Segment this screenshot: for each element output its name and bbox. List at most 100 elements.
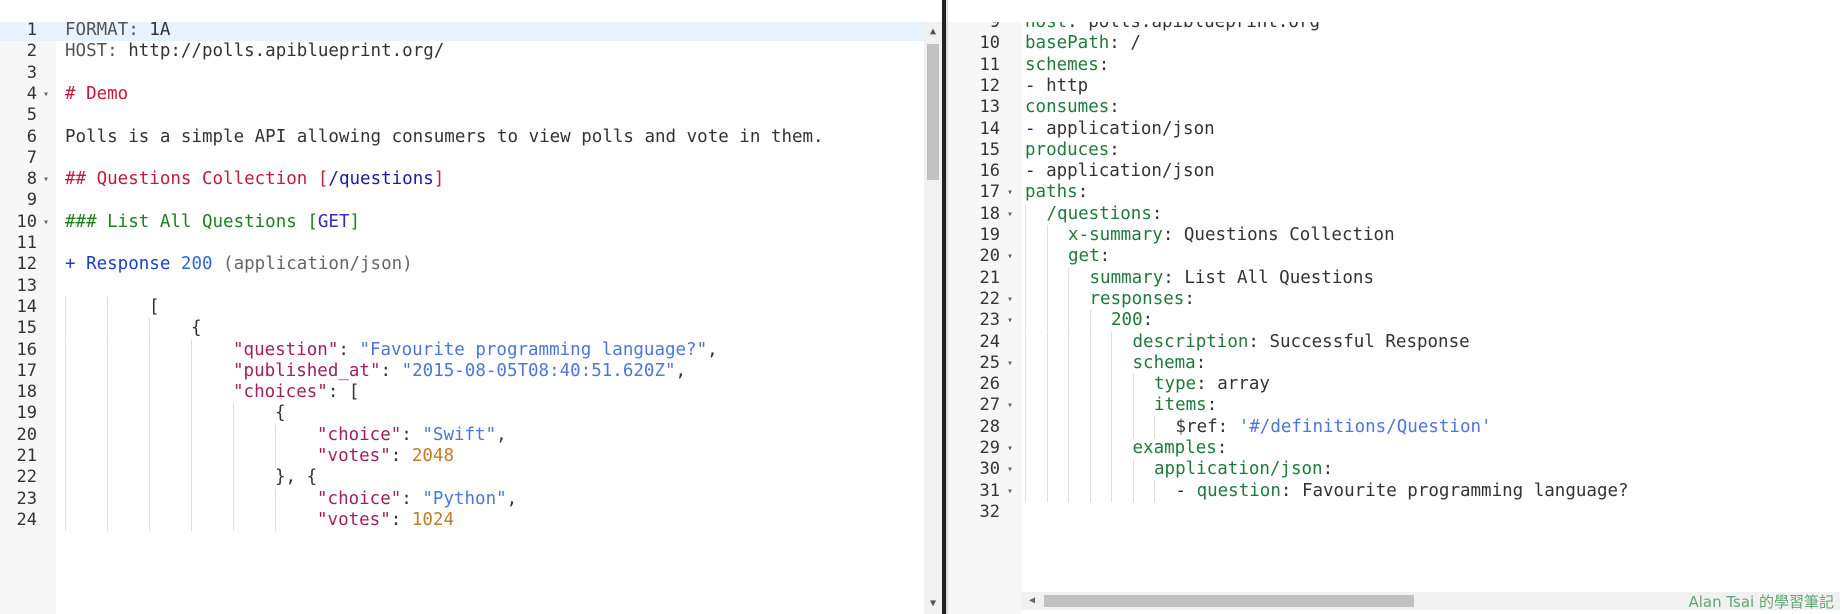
indent-guide: [1025, 352, 1026, 375]
code-line[interactable]: 25 ▾ schema:: [948, 352, 1840, 375]
code-line[interactable]: 22 ▾ responses:: [948, 288, 1840, 311]
code-line[interactable]: 20 "choice": "Swift",: [0, 424, 942, 446]
code-line[interactable]: 15 produces:: [948, 140, 1840, 161]
code-line[interactable]: 22}, {: [0, 467, 942, 489]
fold-arrow-icon[interactable]: ▾: [1004, 353, 1016, 374]
code-line[interactable]: 10 basePath: /: [948, 33, 1840, 54]
indent-guide: [1025, 438, 1026, 460]
code-token: "question": [233, 339, 339, 360]
indent-guide: [191, 446, 192, 468]
code-text: application/json:: [1154, 459, 1333, 480]
code-line[interactable]: 4 ▾ # Demo: [0, 84, 942, 105]
line-number: 18: [16, 382, 37, 403]
fold-arrow-icon[interactable]: ▾: [40, 84, 52, 105]
code-text: schemes:: [1025, 55, 1109, 76]
code-line[interactable]: 15 {: [0, 318, 942, 340]
code-line[interactable]: 16 "question": "Favourite programming lan…: [0, 339, 942, 361]
fold-arrow-icon[interactable]: ▾: [1004, 182, 1016, 203]
code-line[interactable]: 11: [0, 233, 942, 254]
line-number: 13: [979, 97, 1000, 118]
fold-arrow-icon[interactable]: ▾: [1004, 459, 1016, 480]
code-line[interactable]: 24 "votes": 1024: [0, 509, 942, 532]
code-line[interactable]: 28 $ref: '#/definitions/Question': [948, 416, 1840, 438]
code-line[interactable]: 21 "votes": 2048: [0, 446, 942, 468]
line-number: 24: [979, 331, 1000, 352]
line-number: 9: [26, 190, 37, 211]
code-line[interactable]: 17 ▾ paths:: [948, 182, 1840, 203]
code-line[interactable]: 13 consumes:: [948, 97, 1840, 118]
code-line[interactable]: 3: [0, 63, 942, 84]
code-line[interactable]: 26 type: array: [948, 374, 1840, 396]
scrollbar-thumb[interactable]: [1044, 595, 1414, 607]
code-line[interactable]: 9 host: polls.apiblueprint.org: [948, 22, 1840, 33]
fold-arrow-icon[interactable]: ▾: [1004, 310, 1016, 331]
code-line[interactable]: 9: [0, 190, 942, 211]
indent-guide: [1111, 374, 1112, 396]
code-line[interactable]: 11 schemes:: [948, 55, 1840, 76]
vertical-scrollbar[interactable]: ▲ ▼: [924, 22, 942, 614]
code-line[interactable]: 14 - application/json: [948, 119, 1840, 140]
code-line[interactable]: 21 summary: List All Questions: [948, 267, 1840, 289]
code-line[interactable]: 5: [0, 105, 942, 126]
code-token: ]: [433, 169, 445, 190]
fold-arrow-icon[interactable]: ▾: [1004, 204, 1016, 225]
scroll-up-arrow-icon[interactable]: ▲: [924, 24, 942, 40]
scroll-down-arrow-icon[interactable]: ▼: [924, 596, 942, 612]
indent-guide: [1025, 374, 1026, 396]
code-line[interactable]: 31 ▾ - question: Favourite programming lan…: [948, 480, 1840, 502]
code-token: "Favourite programming language?": [359, 339, 708, 360]
indent-guide: [1132, 374, 1134, 396]
code-line[interactable]: 12 - http: [948, 76, 1840, 97]
code-line[interactable]: 14 [: [0, 296, 942, 319]
api-blueprint-editor[interactable]: 1 FORMAT: 1A 2 HOST: http://polls.apibluepr…: [0, 22, 942, 614]
indent-guide: [1068, 331, 1069, 353]
code-line[interactable]: 20 ▾ get:: [948, 246, 1840, 268]
code-line[interactable]: 16 - application/json: [948, 161, 1840, 182]
code-token: 1A: [149, 22, 171, 40]
code-token: examples: [1132, 438, 1217, 458]
indent-guide: [191, 467, 192, 489]
code-line[interactable]: 2 HOST: http://polls.apiblueprint.org/: [0, 41, 942, 62]
fold-arrow-icon[interactable]: ▾: [1004, 481, 1016, 502]
code-token: -: [1025, 118, 1047, 139]
indent-guide: [1046, 438, 1048, 460]
indent-guide: [1089, 374, 1091, 396]
code-line[interactable]: 32: [948, 502, 1840, 523]
code-line[interactable]: 18 "choices": [: [0, 382, 942, 404]
fold-arrow-icon[interactable]: ▾: [1004, 395, 1016, 416]
code-line[interactable]: 29 ▾ examples:: [948, 438, 1840, 460]
code-line[interactable]: 18 ▾ /questions:: [948, 203, 1840, 225]
fold-arrow-icon[interactable]: ▾: [40, 212, 52, 233]
scroll-left-arrow-icon[interactable]: ◀: [1024, 592, 1040, 610]
code-line[interactable]: 23 "choice": "Python",: [0, 488, 942, 510]
code-line[interactable]: 19 x-summary: Questions Collection: [948, 225, 1840, 247]
code-line[interactable]: 19 {: [0, 403, 942, 425]
code-text: /questions:: [1047, 204, 1163, 225]
indent-guide: [1025, 267, 1026, 289]
code-line[interactable]: 7: [0, 148, 942, 169]
code-line[interactable]: 24 description: Successful Response: [948, 331, 1840, 353]
fold-arrow-icon[interactable]: ▾: [1004, 246, 1016, 267]
code-token: Polls is a simple API allowing consumers…: [65, 126, 824, 147]
fold-arrow-icon[interactable]: ▾: [40, 169, 52, 190]
code-token: :: [1184, 288, 1195, 309]
code-line[interactable]: 30 ▾ application/json:: [948, 459, 1840, 481]
indent-guide: [1111, 459, 1112, 481]
code-line[interactable]: 6 Polls is a simple API allowing consumer…: [0, 127, 942, 148]
code-line[interactable]: 13: [0, 276, 942, 297]
line-number: 8: [26, 169, 37, 190]
code-line[interactable]: 23 ▾ 200:: [948, 310, 1840, 332]
code-line[interactable]: 17 "published_at": "2015-08-05T08:40:51.6…: [0, 360, 942, 383]
code-line[interactable]: 10 ▾ ### List All Questions [GET]: [0, 212, 942, 233]
scrollbar-thumb[interactable]: [927, 44, 939, 180]
code-token: : Questions Collection: [1162, 225, 1395, 245]
fold-arrow-icon[interactable]: ▾: [1004, 438, 1016, 459]
code-text: FORMAT: 1A: [65, 22, 170, 41]
code-token: schemes: [1025, 54, 1099, 75]
code-line[interactable]: 1 FORMAT: 1A: [0, 22, 942, 42]
code-line[interactable]: 27 ▾ items:: [948, 395, 1840, 417]
swagger-yaml-editor[interactable]: 9 host: polls.apiblueprint.org 10 basePath:…: [948, 22, 1840, 614]
fold-arrow-icon[interactable]: ▾: [1004, 289, 1016, 310]
code-line[interactable]: 8 ▾ ## Questions Collection [/questions]: [0, 169, 942, 190]
code-line[interactable]: 12 + Response 200 (application/json): [0, 254, 942, 275]
